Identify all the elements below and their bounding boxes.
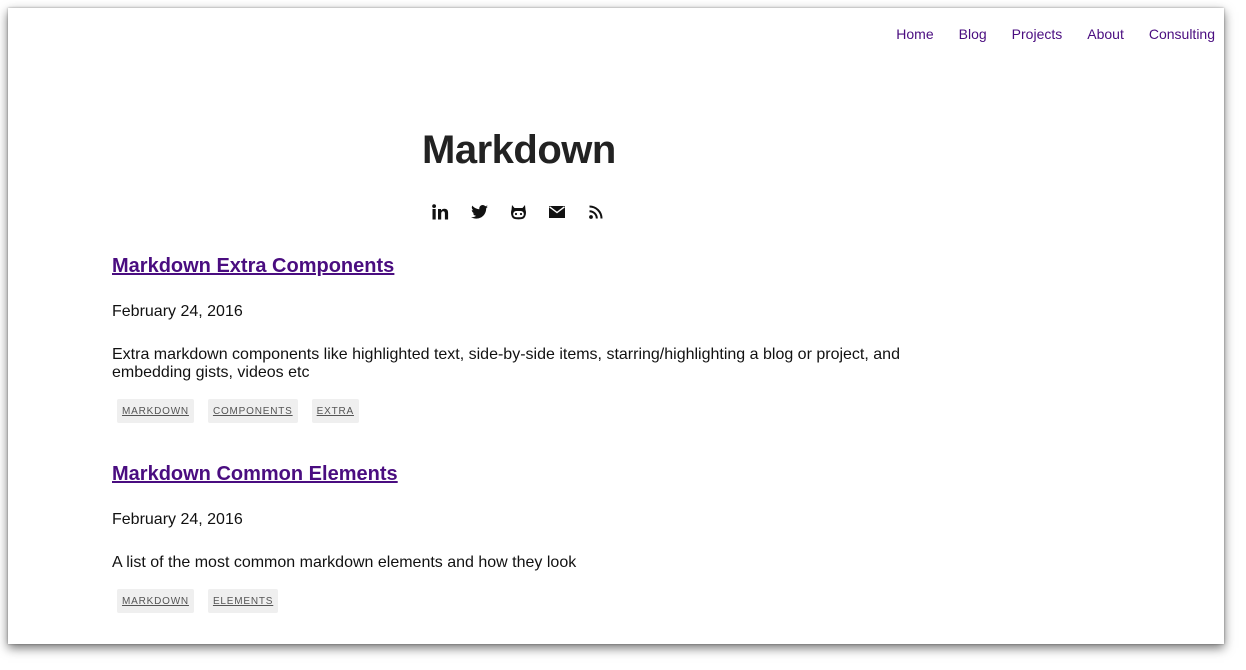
post-title-link[interactable]: Markdown Extra Components	[112, 255, 394, 277]
nav-consulting-link[interactable]: Consulting	[1149, 25, 1215, 43]
nav-blog-link[interactable]: Blog	[959, 25, 987, 43]
post-list-item: Markdown Extra Components February 24, 2…	[112, 255, 942, 423]
post-title-link[interactable]: Markdown Common Elements	[112, 463, 398, 485]
post-tags: MARKDOWN COMPONENTS EXTRA	[117, 399, 359, 423]
tag-link[interactable]: ELEMENTS	[207, 589, 279, 613]
linkedin-icon[interactable]	[430, 202, 450, 222]
nav-about-link[interactable]: About	[1087, 25, 1124, 43]
post-summary: Extra markdown components like highlight…	[112, 346, 900, 381]
post-list-item: Markdown Common Elements February 24, 20…	[112, 463, 942, 613]
tag-link[interactable]: MARKDOWN	[117, 589, 194, 613]
post-summary: A list of the most common markdown eleme…	[112, 554, 577, 571]
page-title: Markdown	[422, 128, 616, 172]
tag-link[interactable]: MARKDOWN	[117, 399, 194, 423]
twitter-icon[interactable]	[469, 202, 489, 222]
top-nav: Home Blog Projects About Consulting	[896, 25, 1215, 43]
nav-projects-link[interactable]: Projects	[1012, 25, 1063, 43]
github-icon[interactable]	[508, 202, 528, 222]
tag-link[interactable]: EXTRA	[311, 399, 359, 423]
rss-icon[interactable]	[586, 202, 606, 222]
post-title: Markdown Extra Components	[112, 255, 942, 278]
post-date: February 24, 2016	[112, 303, 243, 320]
post-title: Markdown Common Elements	[112, 463, 942, 486]
nav-home-link[interactable]: Home	[896, 25, 933, 43]
post-date: February 24, 2016	[112, 511, 243, 528]
browser-window: Home Blog Projects About Consulting Mark…	[8, 8, 1224, 644]
mail-icon[interactable]	[547, 202, 567, 222]
social-links	[430, 202, 606, 222]
post-tags: MARKDOWN ELEMENTS	[117, 589, 279, 613]
tag-link[interactable]: COMPONENTS	[207, 399, 298, 423]
